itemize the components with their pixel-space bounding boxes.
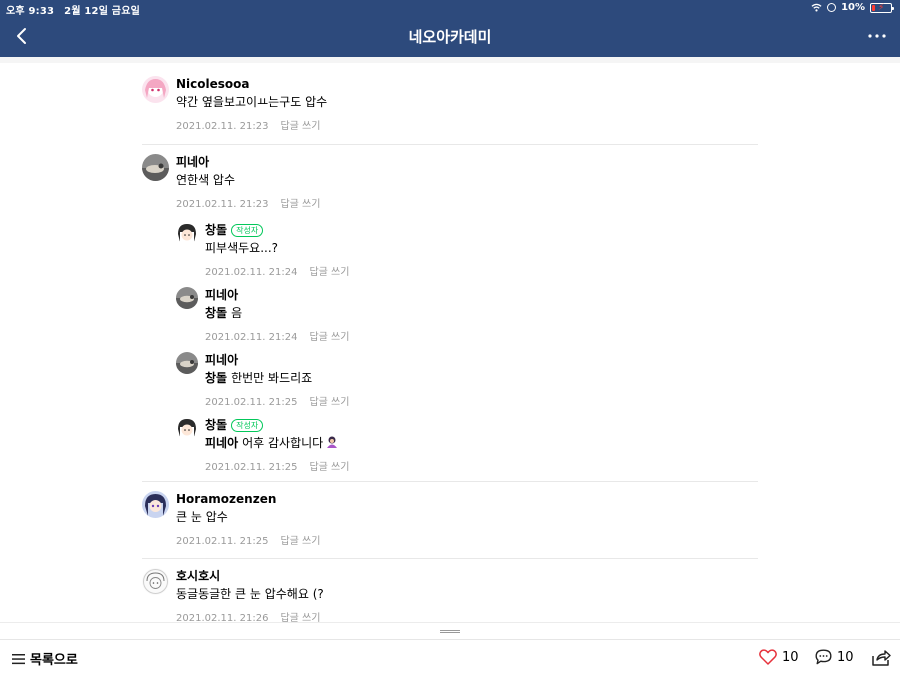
status-time: 오후 9:33 (6, 6, 55, 17)
avatar (176, 222, 198, 244)
divider (142, 144, 758, 145)
comment-author[interactable]: 호시호시 (176, 568, 220, 584)
avatar (142, 76, 169, 103)
heart-icon (759, 649, 777, 665)
comment-date: 2021.02.11. 21:25 (205, 462, 298, 473)
comment-author[interactable]: Nicolesooa (176, 76, 250, 92)
comment-text: 음 (231, 306, 243, 320)
reply-button[interactable]: 답글 쓰기 (280, 121, 320, 132)
drag-handle-area[interactable] (0, 622, 900, 639)
like-button[interactable]: 10 (759, 649, 799, 665)
comment-text: 어후 감사합니다 (242, 436, 324, 450)
reply-button[interactable]: 답글 쓰기 (280, 613, 320, 622)
comment-date: 2021.02.11. 21:23 (176, 121, 269, 132)
bottom-toolbar: 목록으로 10 10 (0, 639, 900, 675)
comment-author[interactable]: 피네아 (205, 287, 238, 303)
comment-author[interactable]: 창돌 (205, 417, 227, 433)
status-bar: 오후 9:33 2월 12일 금요일 10% ⚡ (0, 0, 900, 17)
divider (142, 558, 758, 559)
orientation-lock-icon (827, 3, 837, 12)
battery-icon: ⚡ (870, 2, 894, 13)
comment-bubble-icon (815, 649, 832, 665)
back-to-list-button[interactable]: 목록으로 (12, 649, 78, 668)
reply-button[interactable]: 답글 쓰기 (309, 267, 349, 278)
comment-date: 2021.02.11. 21:24 (205, 267, 298, 278)
writer-badge: 작성자 (231, 418, 264, 432)
reply-button[interactable]: 답글 쓰기 (280, 536, 320, 547)
bowing-emoji-icon (327, 436, 338, 448)
writer-badge: 작성자 (231, 223, 264, 237)
mention-tag[interactable]: 창돌 (205, 371, 227, 385)
comment-count-button[interactable]: 10 (815, 649, 854, 665)
share-icon[interactable] (871, 649, 891, 667)
battery-percent: 10% (841, 2, 865, 13)
comment-date: 2021.02.11. 21:26 (176, 613, 269, 622)
page-title: 네오아카데미 (408, 28, 492, 46)
comment-text: 한번만 봐드리죠 (231, 371, 313, 385)
comment-count: 10 (837, 649, 854, 665)
comment-author[interactable]: 피네아 (205, 352, 238, 368)
avatar (142, 154, 169, 181)
drag-handle-icon[interactable] (440, 630, 460, 633)
avatar (176, 352, 198, 374)
status-date: 2월 12일 금요일 (64, 6, 140, 17)
wifi-icon (811, 3, 822, 12)
comment-text: 피부색두요...? (205, 241, 279, 255)
reply-button[interactable]: 답글 쓰기 (280, 199, 320, 210)
reply-button[interactable]: 답글 쓰기 (309, 332, 349, 343)
comment-list: Nicolesooa 약간 옆을보고이ㅛ는구도 압수 2021.02.11. 2… (0, 57, 900, 622)
back-to-list-label: 목록으로 (30, 653, 78, 668)
reply-button[interactable]: 답글 쓰기 (309, 397, 349, 408)
list-icon (12, 653, 25, 664)
avatar (176, 287, 198, 309)
comment-date: 2021.02.11. 21:25 (205, 397, 298, 408)
divider (142, 481, 758, 482)
comment-text: 동글동글한 큰 눈 압수해요 (? (176, 587, 324, 601)
mention-tag[interactable]: 창돌 (205, 306, 227, 320)
more-icon[interactable] (866, 28, 888, 44)
mention-tag[interactable]: 피네아 (205, 436, 238, 450)
comment-author[interactable]: 창돌 (205, 222, 227, 238)
comment-text: 약간 옆을보고이ㅛ는구도 압수 (176, 95, 328, 109)
like-count: 10 (782, 649, 799, 665)
comment-date: 2021.02.11. 21:25 (176, 536, 269, 547)
app-header: 오후 9:33 2월 12일 금요일 10% ⚡ 네오아카데미 (0, 0, 900, 57)
avatar (142, 491, 169, 518)
comment-author[interactable]: 피네아 (176, 154, 209, 170)
comment-date: 2021.02.11. 21:23 (176, 199, 269, 210)
avatar (142, 568, 169, 595)
reply-button[interactable]: 답글 쓰기 (309, 462, 349, 473)
comment-author[interactable]: Horamozenzen (176, 491, 276, 507)
comment-text: 큰 눈 압수 (176, 510, 228, 524)
comment-text: 연한색 압수 (176, 173, 236, 187)
comment-date: 2021.02.11. 21:24 (205, 332, 298, 343)
avatar (176, 417, 198, 439)
